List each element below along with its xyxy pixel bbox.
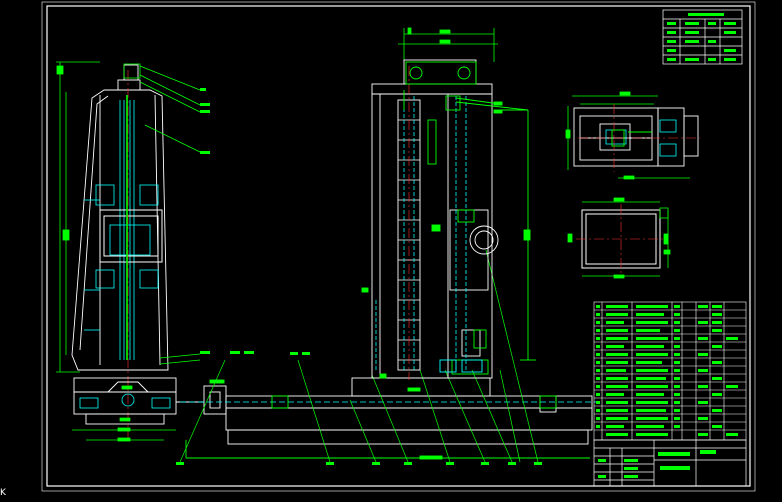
viewport-corner-glyph: K [0,488,6,498]
cad-drawing-canvas[interactable] [0,0,782,502]
